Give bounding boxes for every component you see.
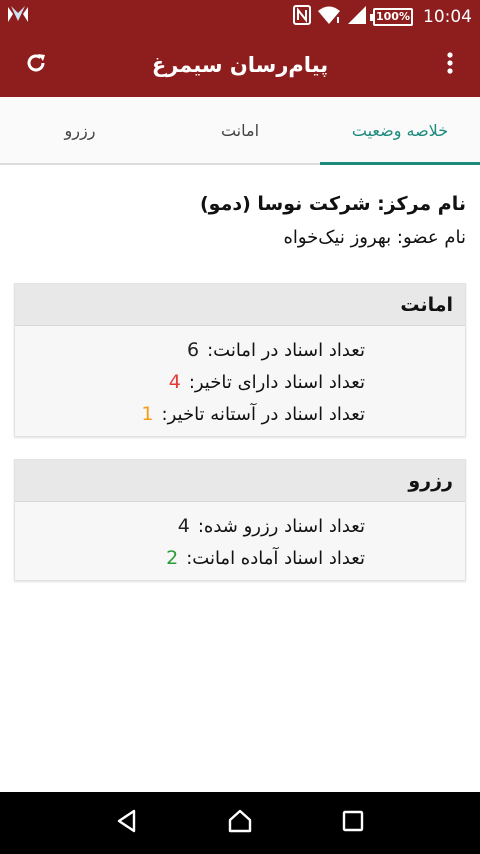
stat-label: تعداد اسناد در امانت: [207,339,365,361]
nfc-icon [293,4,311,29]
back-button[interactable] [107,803,147,843]
wifi-icon [317,5,341,29]
home-button[interactable] [220,803,260,843]
tab-loan[interactable]: امانت [160,97,320,163]
overflow-menu-button[interactable] [434,45,466,85]
status-time: 10:04 [423,6,472,27]
stat-row: تعداد اسناد رزرو شده: 4 [15,510,465,542]
notification-app-icon [6,4,30,30]
stat-row: تعداد اسناد آماده امانت: 2 [15,542,465,574]
overflow-menu-icon [446,51,454,79]
system-nav-bar [0,792,480,854]
loan-card-title: امانت [15,284,465,326]
stat-label: تعداد اسناد دارای تاخیر: [188,371,365,393]
recents-button[interactable] [333,803,373,843]
stat-row: تعداد اسناد در آستانه تاخیر: 1 [15,398,465,430]
status-bar: 100% 10:04 [0,0,480,33]
refresh-icon [24,51,48,79]
tab-bar: رزرو امانت خلاصه وضعیت [0,97,480,165]
battery-icon: 100% [370,7,413,26]
recents-icon [341,809,365,837]
loan-card-body: تعداد اسناد در امانت: 6 تعداد اسناد دارا… [15,326,465,436]
reserve-card: رزرو تعداد اسناد رزرو شده: 4 تعداد اسناد… [14,459,466,581]
member-name: نام عضو: بهروز نیک‌خواه [283,227,466,248]
status-left [6,4,30,30]
reserve-card-title: رزرو [15,460,465,502]
tab-reserve[interactable]: رزرو [0,97,160,163]
stat-value: 6 [186,339,200,361]
stat-row: تعداد اسناد دارای تاخیر: 4 [15,366,465,398]
battery-label: 100% [376,10,410,23]
stat-value: 1 [141,403,154,425]
cell-signal-icon [347,5,367,29]
stat-label: تعداد اسناد رزرو شده: [197,515,365,537]
app-title: پیام‌رسان سیمرغ [151,53,329,77]
home-icon [226,807,254,839]
stat-value: 4 [168,371,181,393]
tab-summary[interactable]: خلاصه وضعیت [320,97,480,165]
back-icon [114,808,140,838]
stat-label: تعداد اسناد در آستانه تاخیر: [161,403,365,425]
app-bar: پیام‌رسان سیمرغ [0,33,480,97]
status-right: 100% 10:04 [293,4,472,29]
loan-card: امانت تعداد اسناد در امانت: 6 تعداد اسنا… [14,283,466,437]
stat-row: تعداد اسناد در امانت: 6 [15,334,465,366]
center-name: نام مرکز: شرکت نوسا (دمو) [199,193,466,215]
stat-value: 2 [166,547,179,569]
reserve-card-body: تعداد اسناد رزرو شده: 4 تعداد اسناد آماد… [15,502,465,580]
stat-value: 4 [177,515,190,537]
refresh-button[interactable] [20,45,52,85]
stat-label: تعداد اسناد آماده امانت: [186,547,365,569]
